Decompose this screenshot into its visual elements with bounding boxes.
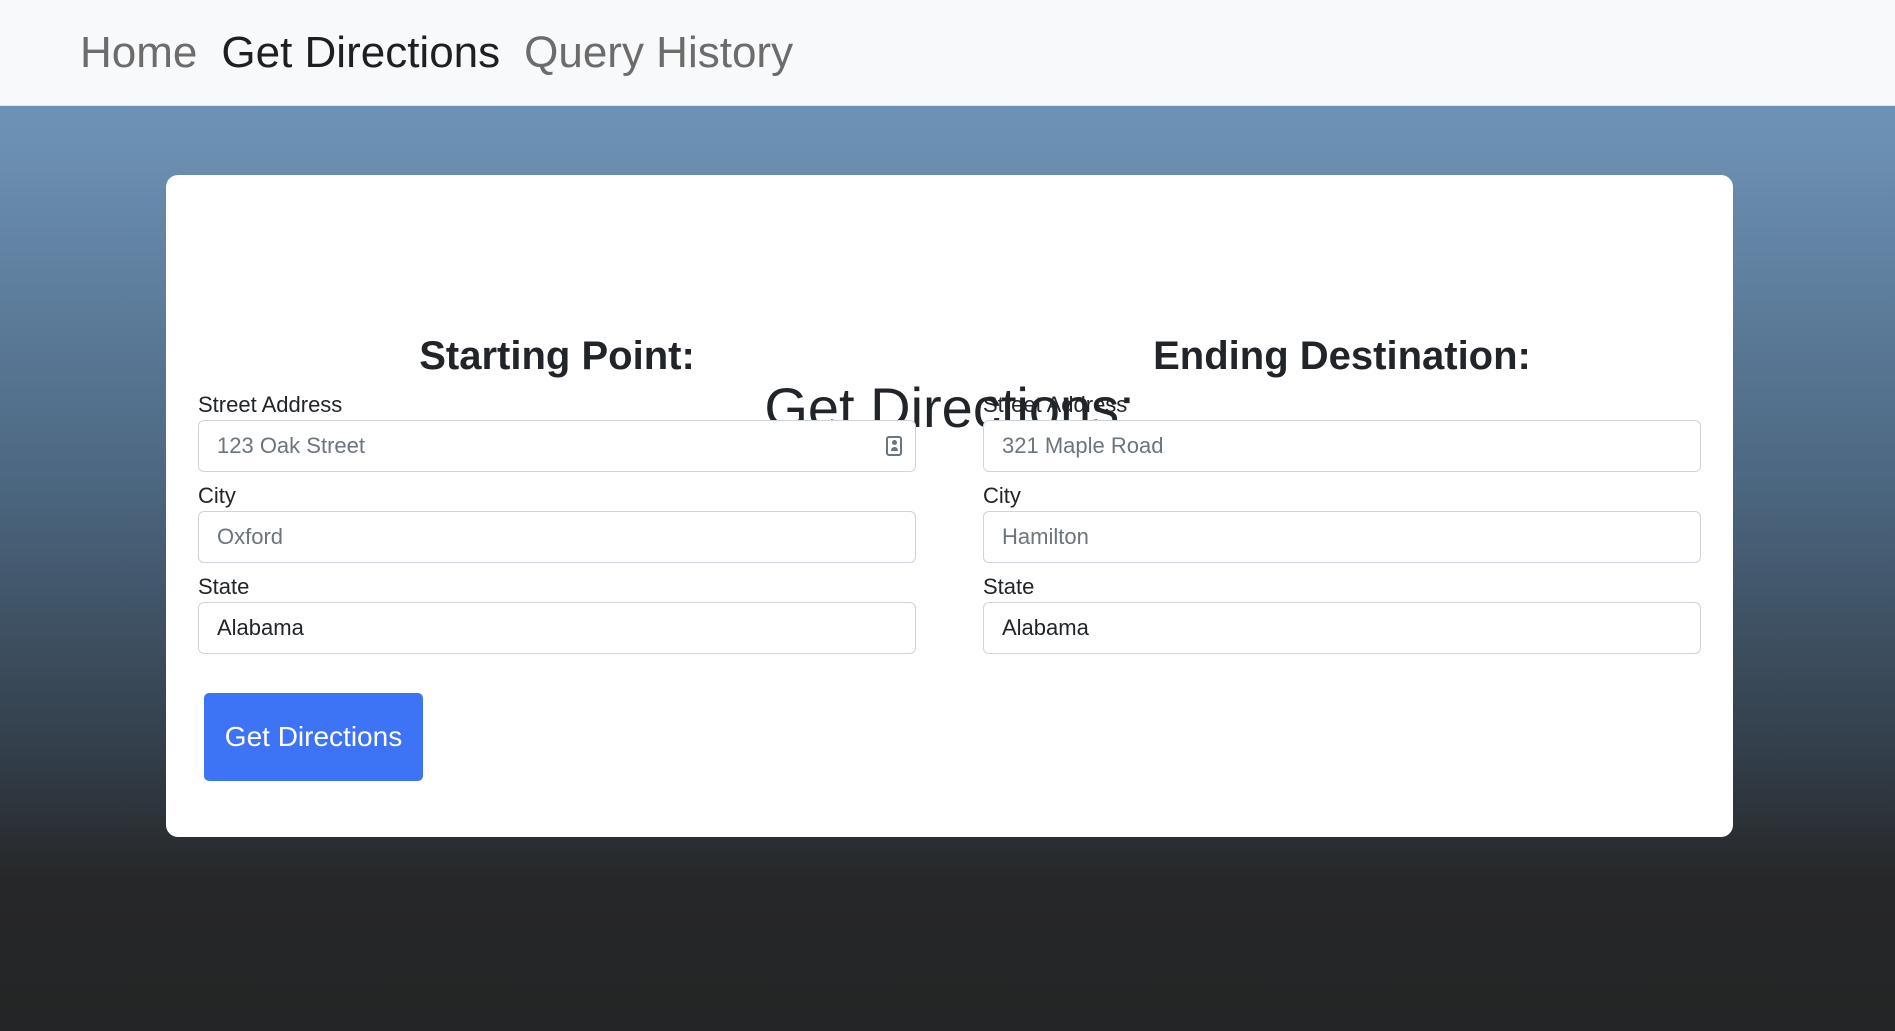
end-street-input[interactable] (983, 420, 1701, 472)
end-state-label: State (983, 574, 1035, 599)
contact-card-icon[interactable] (886, 436, 902, 456)
directions-form-card: Get Directions: Starting Point: Street A… (166, 175, 1733, 837)
get-directions-button[interactable]: Get Directions (204, 693, 423, 781)
end-city-input[interactable] (983, 511, 1701, 563)
start-city-label: City (198, 483, 236, 508)
nav-link-get-directions[interactable]: Get Directions (221, 30, 500, 75)
nav-link-query-history[interactable]: Query History (524, 30, 793, 75)
end-city-label: City (983, 483, 1021, 508)
end-state-input[interactable] (983, 602, 1701, 654)
ending-destination-heading: Ending Destination: (1153, 334, 1531, 378)
start-street-input[interactable] (198, 420, 916, 472)
start-city-input[interactable] (198, 511, 916, 563)
starting-point-heading: Starting Point: (419, 334, 695, 378)
nav-link-home[interactable]: Home (80, 30, 197, 75)
navbar: Home Get Directions Query History (0, 0, 1895, 106)
start-state-input[interactable] (198, 602, 916, 654)
start-street-label: Street Address (198, 392, 343, 417)
start-state-label: State (198, 574, 250, 599)
end-street-label: Street Address (983, 392, 1128, 417)
